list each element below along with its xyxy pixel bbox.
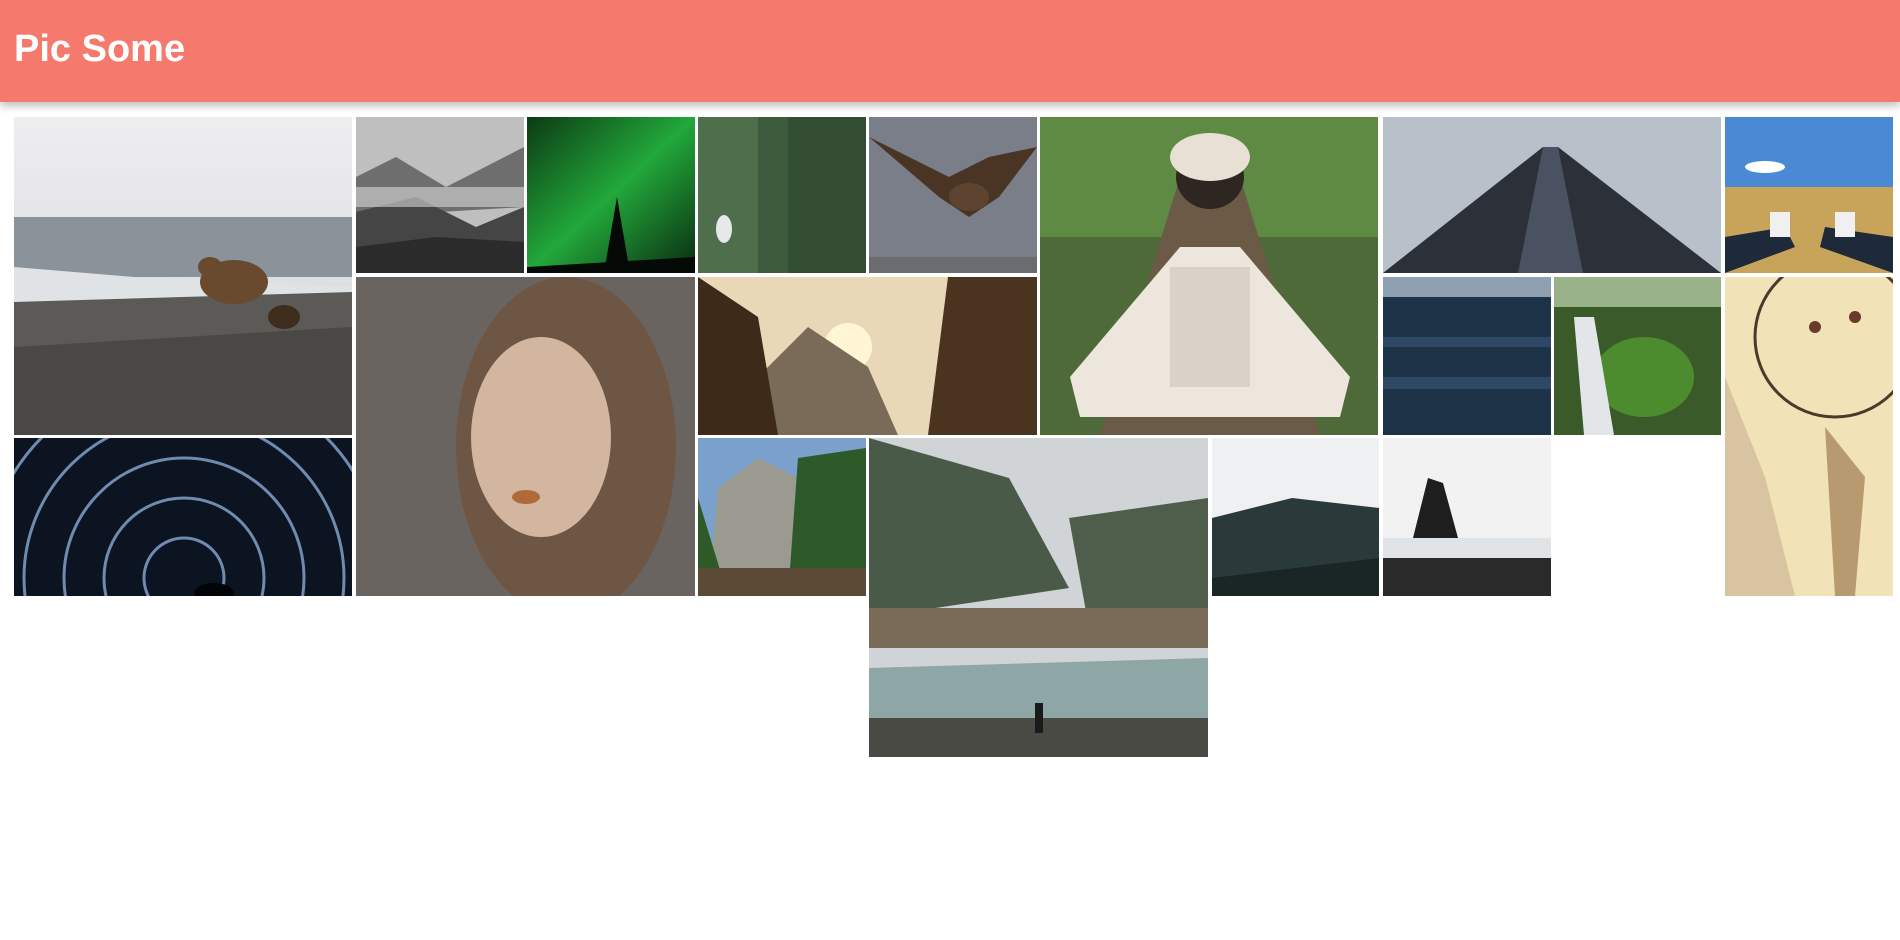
photo-granite-cliffs[interactable] [698,438,866,596]
photo-dreamcatcher[interactable] [1725,277,1893,596]
photo-forest-bird[interactable] [698,117,866,273]
app-title[interactable]: Pic Some [14,27,185,71]
photo-portrait-woman-image [356,277,695,596]
photo-waterfall-image [1554,277,1721,435]
photo-fog-mountain[interactable] [1212,438,1379,596]
photo-sunset-valley-image [698,277,1037,435]
photo-fog-mountain-image [1212,438,1379,596]
photo-skyscraper-image [1383,117,1721,273]
photo-aurora-image [527,117,695,273]
photo-hiker-river[interactable] [869,438,1208,757]
photo-gallery [0,0,1900,940]
photo-skyscraper[interactable] [1383,117,1721,273]
photo-ocean-waves[interactable] [1383,277,1551,435]
photo-pug-blanket-image [1040,117,1378,435]
photo-waterfall[interactable] [1554,277,1721,435]
photo-sunset-valley[interactable] [698,277,1037,435]
photo-bear-image [14,117,352,435]
photo-hiker-river-image [869,438,1208,757]
photo-bear[interactable] [14,117,352,435]
photo-pug-blanket[interactable] [1040,117,1378,435]
photo-forest-bird-image [698,117,866,273]
photo-granite-cliffs-image [698,438,866,596]
photo-portrait-woman[interactable] [356,277,695,596]
photo-sea-stack-image [1383,438,1551,596]
photo-sneakers-field[interactable] [1725,117,1893,273]
photo-sneakers-field-image [1725,117,1893,273]
photo-star-trails[interactable] [14,438,352,596]
photo-misty-hills-image [356,117,524,273]
photo-eagle[interactable] [869,117,1037,273]
photo-aurora[interactable] [527,117,695,273]
app-header: Pic Some [0,0,1900,102]
photo-sea-stack[interactable] [1383,438,1551,596]
photo-misty-hills[interactable] [356,117,524,273]
photo-star-trails-image [14,438,352,596]
photo-eagle-image [869,117,1037,273]
photo-ocean-waves-image [1383,277,1551,435]
photo-dreamcatcher-image [1725,277,1893,596]
